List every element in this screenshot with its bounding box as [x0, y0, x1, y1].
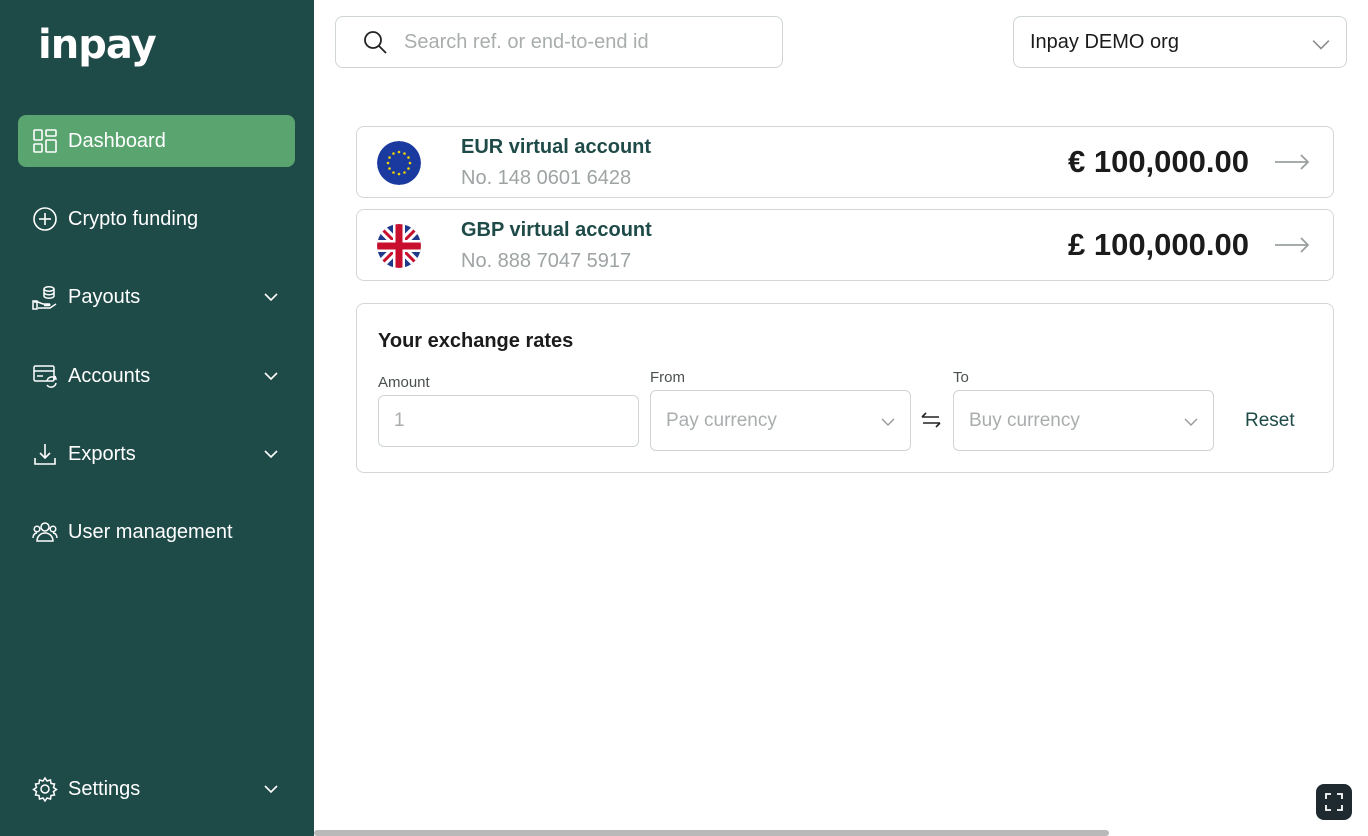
buy-currency-select[interactable]: Buy currency [953, 390, 1214, 451]
sidebar-item-label: Exports [68, 442, 136, 465]
swap-icon[interactable] [919, 408, 943, 432]
payouts-icon [32, 284, 58, 310]
sidebar-item-label: Accounts [68, 364, 151, 387]
from-label: From [650, 369, 685, 386]
sidebar-item-payouts[interactable]: Payouts [18, 271, 295, 323]
buy-currency-placeholder: Buy currency [969, 409, 1080, 431]
exchange-rates-title: Your exchange rates [378, 330, 574, 352]
fullscreen-icon [1325, 793, 1343, 811]
gear-icon [32, 776, 58, 802]
inpay-logo[interactable]: inpay [38, 22, 157, 68]
amount-field[interactable]: 1 [378, 395, 639, 447]
org-select[interactable]: Inpay DEMO org [1013, 16, 1347, 68]
exchange-rates-panel: Your exchange rates Amount 1 From Pay cu… [356, 303, 1334, 473]
sidebar-item-label: Payouts [68, 285, 141, 308]
plus-circle-icon [32, 206, 58, 232]
account-name: EUR virtual account [461, 136, 652, 158]
sidebar-item-label: Dashboard [68, 129, 166, 152]
account-name: GBP virtual account [461, 219, 652, 241]
fullscreen-button[interactable] [1316, 784, 1352, 820]
download-icon [32, 441, 58, 467]
search-icon [364, 31, 387, 54]
chevron-down-icon [1184, 418, 1198, 426]
account-balance: £ 100,000.00 [1067, 227, 1249, 262]
uk-flag-icon [377, 224, 421, 268]
pay-currency-placeholder: Pay currency [666, 409, 777, 431]
account-card-gbp[interactable]: GBP virtual account No. 888 7047 5917 £ … [356, 209, 1334, 281]
search-box[interactable] [335, 16, 783, 68]
chevron-down-icon [1312, 40, 1330, 50]
sidebar: inpay Dashboard Crypto funding Payouts A… [0, 0, 314, 836]
horizontal-scrollbar[interactable] [314, 830, 1109, 836]
sidebar-item-exports[interactable]: Exports [18, 428, 295, 480]
account-number: No. 888 7047 5917 [461, 250, 632, 272]
sidebar-item-user-management[interactable]: User management [18, 506, 295, 558]
search-input[interactable] [404, 30, 764, 54]
chevron-down-icon [881, 418, 895, 426]
accounts-icon [32, 363, 58, 389]
sidebar-item-label: Crypto funding [68, 207, 199, 230]
users-icon [32, 519, 58, 545]
sidebar-item-dashboard[interactable]: Dashboard [18, 115, 295, 167]
amount-placeholder: 1 [394, 410, 405, 431]
chevron-down-icon [264, 785, 278, 794]
sidebar-item-accounts[interactable]: Accounts [18, 350, 295, 402]
sidebar-item-crypto-funding[interactable]: Crypto funding [18, 193, 295, 245]
sidebar-item-label: User management [68, 520, 233, 543]
to-label: To [953, 369, 969, 386]
arrow-right-icon [1275, 154, 1310, 170]
account-card-eur[interactable]: EUR virtual account No. 148 0601 6428 € … [356, 126, 1334, 198]
arrow-right-icon [1275, 237, 1310, 253]
pay-currency-select[interactable]: Pay currency [650, 390, 911, 451]
chevron-down-icon [264, 450, 278, 459]
org-select-value: Inpay DEMO org [1030, 30, 1179, 53]
reset-button[interactable]: Reset [1245, 410, 1295, 432]
sidebar-item-settings[interactable]: Settings [18, 763, 295, 815]
chevron-down-icon [264, 293, 278, 302]
account-number: No. 148 0601 6428 [461, 167, 632, 189]
account-balance: € 100,000.00 [1067, 144, 1249, 179]
eu-flag-icon [377, 141, 421, 185]
sidebar-item-label: Settings [68, 777, 141, 800]
amount-label: Amount [378, 374, 430, 391]
chevron-down-icon [264, 372, 278, 381]
dashboard-icon [32, 128, 58, 154]
